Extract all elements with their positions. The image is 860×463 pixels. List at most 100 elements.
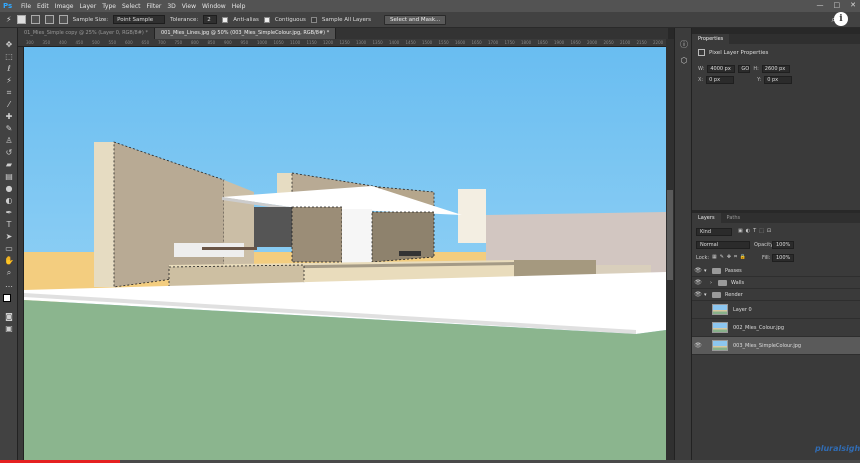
layer-name: Passes bbox=[725, 267, 742, 274]
ruler-tick-label: 1200 bbox=[323, 40, 334, 45]
lasso-tool-icon[interactable]: ℓ bbox=[4, 64, 14, 74]
x-field[interactable]: 0 px bbox=[706, 76, 735, 84]
layers-panel: Layers Paths Kind ▣◐T⬚⊡ Normal Opacity: … bbox=[692, 213, 860, 463]
lock-icons[interactable]: ▦✎✥⌗🔒 bbox=[712, 254, 749, 260]
blend-mode-select[interactable]: Normal bbox=[696, 241, 750, 249]
tab-paths[interactable]: Paths bbox=[721, 213, 747, 223]
rectangle-tool-icon[interactable]: ▭ bbox=[4, 244, 14, 254]
layer-group-render[interactable]: 👁 ▾ Render bbox=[692, 289, 860, 301]
ruler-tick-label: 600 bbox=[125, 40, 133, 45]
maximize-icon[interactable]: □ bbox=[834, 1, 841, 9]
foreground-color-swatch[interactable] bbox=[3, 294, 11, 302]
expand-chevron-icon[interactable]: › bbox=[704, 280, 718, 286]
layer-item-selected[interactable]: 👁 003_Mies_SimpleColour.jpg bbox=[692, 337, 860, 355]
type-tool-icon[interactable]: T bbox=[4, 220, 14, 230]
layer-group-walls[interactable]: 👁 › Walls bbox=[692, 277, 860, 289]
tolerance-label: Tolerance: bbox=[170, 16, 199, 23]
quick-mask-icon[interactable]: ◙ bbox=[4, 312, 14, 322]
y-label: Y: bbox=[757, 77, 762, 83]
layer-item[interactable]: Layer 0 bbox=[692, 301, 860, 319]
ruler-tick-label: 1300 bbox=[356, 40, 367, 45]
move-tool-icon[interactable]: ✥ bbox=[4, 40, 14, 50]
menu-window[interactable]: Window bbox=[202, 3, 226, 10]
menu-file[interactable]: File bbox=[21, 3, 31, 10]
fill-field[interactable]: 100% bbox=[772, 254, 794, 262]
menu-view[interactable]: View bbox=[182, 3, 196, 10]
layer-item[interactable]: 002_Mies_Colour.jpg bbox=[692, 319, 860, 337]
scrollbar-thumb[interactable] bbox=[667, 190, 673, 280]
pen-tool-icon[interactable]: ✒ bbox=[4, 208, 14, 218]
width-field[interactable]: 4000 px bbox=[707, 65, 736, 73]
pixel-layer-icon bbox=[698, 49, 705, 56]
interior-dark bbox=[254, 207, 292, 247]
ruler-tick-label: 1950 bbox=[570, 40, 581, 45]
dodge-tool-icon[interactable]: ◐ bbox=[4, 196, 14, 206]
layer-filter-select[interactable]: Kind bbox=[696, 228, 732, 236]
menu-filter[interactable]: Filter bbox=[147, 3, 162, 10]
tab-document-2[interactable]: 001_Mies_Lines.jpg @ 50% (003_Mies_Simpl… bbox=[154, 28, 337, 39]
sample-all-layers-checkbox[interactable] bbox=[310, 16, 317, 23]
minimize-icon[interactable]: — bbox=[817, 1, 824, 9]
info-icon[interactable]: i bbox=[834, 12, 848, 26]
select-and-mask-button[interactable]: Select and Mask... bbox=[384, 14, 447, 25]
magic-wand-tool-icon[interactable]: ⚡ bbox=[4, 76, 14, 86]
intersect-selection-icon[interactable] bbox=[58, 15, 68, 24]
layer-group-passes[interactable]: 👁 ▾ Passes bbox=[692, 265, 860, 277]
close-icon[interactable]: ✕ bbox=[850, 1, 856, 9]
menu-type[interactable]: Type bbox=[102, 3, 116, 10]
panel-dock-icons: ⓘ ⬡ bbox=[674, 28, 692, 463]
tolerance-input[interactable]: 2 bbox=[203, 15, 218, 24]
visibility-eye-icon[interactable]: 👁 bbox=[692, 267, 704, 274]
visibility-eye-icon[interactable]: 👁 bbox=[692, 279, 704, 286]
magic-wand-preset-icon[interactable]: ⚡ bbox=[6, 15, 12, 24]
sample-size-select[interactable]: Point Sample bbox=[113, 15, 166, 24]
y-field[interactable]: 0 px bbox=[764, 76, 793, 84]
menu-3d[interactable]: 3D bbox=[167, 3, 175, 10]
healing-tool-icon[interactable]: ✚ bbox=[4, 112, 14, 122]
document-canvas[interactable] bbox=[24, 47, 666, 463]
ruler-tick-label: 1050 bbox=[273, 40, 284, 45]
new-selection-icon[interactable] bbox=[16, 15, 26, 24]
3d-panel-icon[interactable]: ⬡ bbox=[679, 56, 689, 66]
zoom-tool-icon[interactable]: ⌕ bbox=[4, 268, 14, 278]
stamp-tool-icon[interactable]: ♙ bbox=[4, 136, 14, 146]
eyedropper-tool-icon[interactable]: ⁄ bbox=[4, 100, 14, 110]
menu-edit[interactable]: Edit bbox=[37, 3, 49, 10]
eraser-tool-icon[interactable]: ▰ bbox=[4, 160, 14, 170]
visibility-eye-icon[interactable]: 👁 bbox=[692, 291, 704, 298]
expand-chevron-icon[interactable]: ▾ bbox=[704, 268, 712, 274]
blur-tool-icon[interactable]: ● bbox=[4, 184, 14, 194]
more-tools-icon[interactable]: … bbox=[4, 280, 14, 290]
screen-mode-icon[interactable]: ▣ bbox=[4, 324, 14, 334]
subtract-selection-icon[interactable] bbox=[44, 15, 54, 24]
menu-layer[interactable]: Layer bbox=[79, 3, 96, 10]
layer-filter-icons[interactable]: ▣◐T⬚⊡ bbox=[738, 228, 774, 234]
expand-chevron-icon[interactable]: ▾ bbox=[704, 292, 712, 298]
hand-tool-icon[interactable]: ✋ bbox=[4, 256, 14, 266]
ruler-tick-label: 850 bbox=[207, 40, 216, 45]
opacity-field[interactable]: 100% bbox=[772, 241, 794, 249]
path-selection-tool-icon[interactable]: ➤ bbox=[4, 232, 14, 242]
ruler-horizontal: 300 350 400 450 500 550 600 650 700 750 800 850 900 9… bbox=[18, 39, 666, 47]
marquee-tool-icon[interactable]: ⬚ bbox=[4, 52, 14, 62]
contiguous-checkbox[interactable] bbox=[263, 16, 270, 23]
crop-tool-icon[interactable]: ⌗ bbox=[4, 88, 14, 98]
info-panel-icon[interactable]: ⓘ bbox=[679, 40, 689, 50]
visibility-eye-icon[interactable]: 👁 bbox=[692, 342, 704, 349]
tab-document-1[interactable]: 01_Mies_Simple copy @ 25% (Layer 0, RGB/… bbox=[18, 28, 155, 39]
history-brush-tool-icon[interactable]: ↺ bbox=[4, 148, 14, 158]
menu-help[interactable]: Help bbox=[232, 3, 246, 10]
layer-name: Layer 0 bbox=[733, 306, 752, 313]
add-selection-icon[interactable] bbox=[30, 15, 40, 24]
antialias-checkbox[interactable] bbox=[222, 16, 229, 23]
menu-select[interactable]: Select bbox=[122, 3, 141, 10]
tab-properties[interactable]: Properties bbox=[692, 34, 730, 44]
brush-tool-icon[interactable]: ✎ bbox=[4, 124, 14, 134]
ruler-tick-label: 1350 bbox=[372, 40, 383, 45]
menu-image[interactable]: Image bbox=[55, 3, 74, 10]
link-dimensions-button[interactable]: GO bbox=[738, 65, 751, 73]
gradient-tool-icon[interactable]: ▤ bbox=[4, 172, 14, 182]
ruler-tick-label: 900 bbox=[224, 40, 232, 45]
tab-layers[interactable]: Layers bbox=[692, 213, 721, 223]
height-field[interactable]: 2600 px bbox=[761, 65, 790, 73]
